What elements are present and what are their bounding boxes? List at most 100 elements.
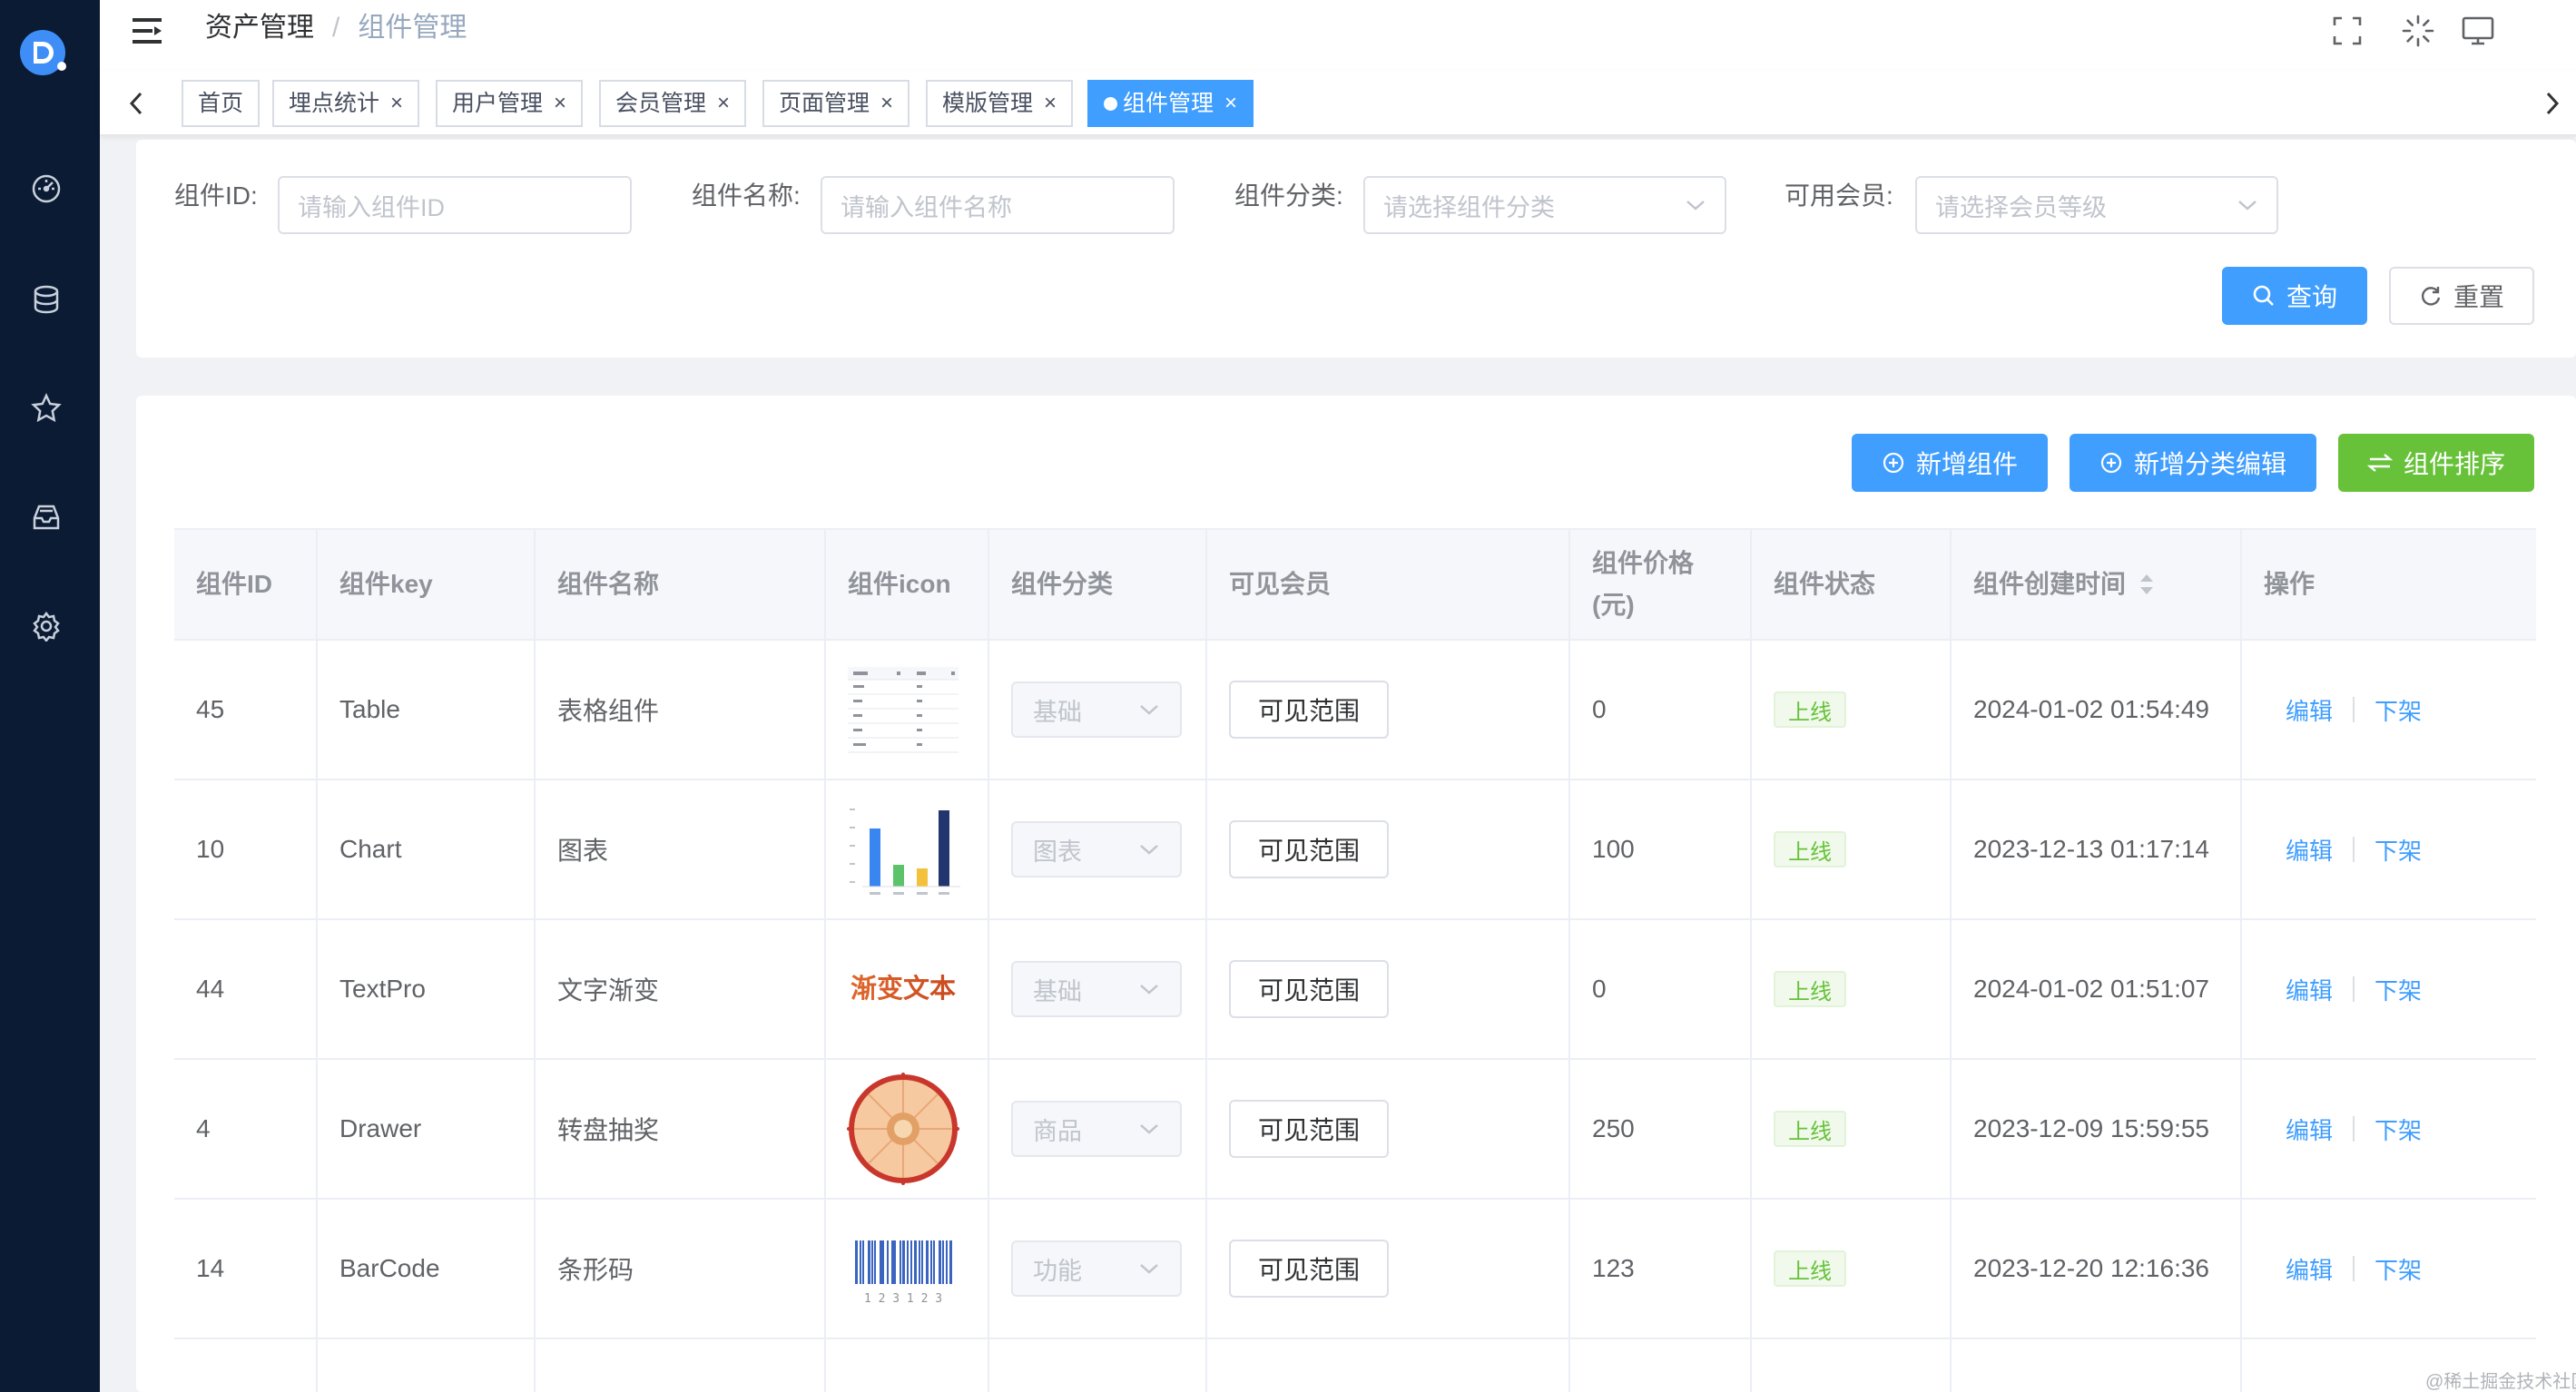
cell-price: 123 [1570,1200,1752,1339]
column-header-created[interactable]: 组件创建时间 [1952,530,2242,641]
component-id-input[interactable]: 请输入组件ID [278,176,632,234]
add-category-button[interactable]: 新增分类编辑 [2070,434,2316,492]
column-header-id: 组件ID [174,530,318,641]
column-header-key: 组件key [318,530,536,641]
gradient-text-thumbnail: 渐变文本 [844,930,962,1048]
cell-status: 上线 [1752,780,1952,920]
visible-range-button[interactable]: 可见范围 [1229,820,1390,878]
cell-icon [826,780,989,920]
visible-range-button[interactable]: 可见范围 [1229,1240,1390,1298]
tab-user-management[interactable]: 用户管理 × [436,80,584,127]
components-table: 组件ID 组件key 组件名称 组件icon 组件分类 可见会员 组件价格 (元… [174,528,2536,1392]
edit-link[interactable]: 编辑 [2286,1252,2333,1286]
cell-visible: 可见范围 [1207,1060,1570,1200]
cell-created: 2024-01-02 01:51:07 [1952,920,2242,1060]
monitor-icon[interactable] [2454,7,2502,54]
cell-name: 文字渐变 [536,920,826,1060]
member-level-select[interactable]: 请选择会员等级 [1915,176,2278,234]
tab-page-management[interactable]: 页面管理 × [762,80,910,127]
close-icon[interactable]: × [1044,82,1057,125]
cell-icon [826,1060,989,1200]
inbox-icon[interactable] [28,499,64,535]
sort-components-button[interactable]: 组件排序 [2338,434,2534,492]
close-icon[interactable]: × [1224,82,1237,125]
cell-ops: 编辑 下架 [2242,1060,2536,1200]
component-category-select[interactable]: 请选择组件分类 [1363,176,1726,234]
dashboard-icon[interactable] [28,171,64,207]
breadcrumb-item-asset[interactable]: 资产管理 [205,9,314,47]
cell-text: 250 [1592,1114,1635,1142]
star-icon[interactable] [28,390,64,426]
tab-component-management[interactable]: 组件管理 × [1087,80,1254,127]
cell-text: Chart [339,835,402,863]
tab-home[interactable]: 首页 [182,80,261,127]
cell-name: 条形码 [536,1200,826,1339]
close-icon[interactable]: × [880,82,893,125]
cell-name: 转盘抽奖 [536,1060,826,1200]
hamburger-menu-icon[interactable] [131,15,167,47]
divider [2353,837,2355,862]
database-icon[interactable] [28,281,64,318]
offline-link[interactable]: 下架 [2374,693,2422,727]
cell-category: 基础 [989,641,1207,780]
tab-member-management[interactable]: 会员管理 × [599,80,747,127]
cell-text: 14 [196,1254,225,1282]
edit-link[interactable]: 编辑 [2286,973,2333,1006]
visible-range-button[interactable]: 可见范围 [1229,681,1390,739]
close-icon[interactable]: × [554,82,566,125]
cell-text: 条形码 [557,1256,634,1284]
offline-link[interactable]: 下架 [2374,1113,2422,1146]
button-label: 可见范围 [1258,697,1361,725]
tab-template-management[interactable]: 模版管理 × [926,80,1074,127]
app-logo[interactable] [18,25,74,82]
offline-link[interactable]: 下架 [2374,833,2422,867]
visible-range-button[interactable]: 可见范围 [1229,960,1390,1018]
tabs-scroll-right-icon[interactable] [2532,83,2572,123]
reset-button[interactable]: 重置 [2389,267,2534,325]
cell-text: 2023-12-09 15:59:55 [1973,1114,2209,1142]
offline-link[interactable]: 下架 [2374,1252,2422,1286]
cell-created: 2023-12-20 12:16:36 [1952,1200,2242,1339]
cell-ops: 编辑 下架 [2242,641,2536,780]
add-component-button[interactable]: 新增组件 [1852,434,2048,492]
button-label: 可见范围 [1258,837,1361,865]
sort-caret-icon[interactable] [2138,573,2155,596]
cell-text: 4 [196,1114,211,1142]
cell-text: Table [339,695,400,723]
close-icon[interactable]: × [717,82,730,125]
cell-icon [826,641,989,780]
tab-tracking-stats[interactable]: 埋点统计 × [272,80,420,127]
column-header-name: 组件名称 [536,530,826,641]
edit-link[interactable]: 编辑 [2286,1113,2333,1146]
status-badge: 上线 [1774,1250,1846,1287]
cell-name: 图表 [536,780,826,920]
chevron-down-icon [2238,201,2256,211]
tabs-scroll-left-icon[interactable] [116,83,156,123]
tab-label: 埋点统计 [289,91,380,116]
table-row-partial [989,1339,1207,1392]
button-label: 重置 [2453,283,2504,311]
edit-link[interactable]: 编辑 [2286,833,2333,867]
close-icon[interactable]: × [390,82,403,125]
cell-text: 2024-01-02 01:54:49 [1973,695,2209,723]
loading-spinner-icon[interactable] [2394,7,2442,54]
edit-link[interactable]: 编辑 [2286,693,2333,727]
component-name-input[interactable]: 请输入组件名称 [821,176,1175,234]
tab-label: 组件管理 [1123,91,1214,116]
cell-text: TextPro [339,975,426,1003]
cell-text: 45 [196,695,225,723]
visible-range-button[interactable]: 可见范围 [1229,1100,1390,1158]
gear-icon[interactable] [28,608,64,644]
header-price-line1: 组件价格 [1592,549,1695,577]
query-button[interactable]: 查询 [2222,267,2367,325]
cell-category: 基础 [989,920,1207,1060]
input-placeholder: 请输入组件ID [298,193,445,221]
chevron-down-icon [1140,705,1158,715]
offline-link[interactable]: 下架 [2374,973,2422,1006]
tab-label: 用户管理 [452,91,544,116]
cell-created: 2024-01-02 01:54:49 [1952,641,2242,780]
fullscreen-icon[interactable] [2324,7,2371,54]
cell-id: 10 [174,780,318,920]
search-icon [2253,285,2274,306]
plus-circle-icon [1883,452,1904,474]
